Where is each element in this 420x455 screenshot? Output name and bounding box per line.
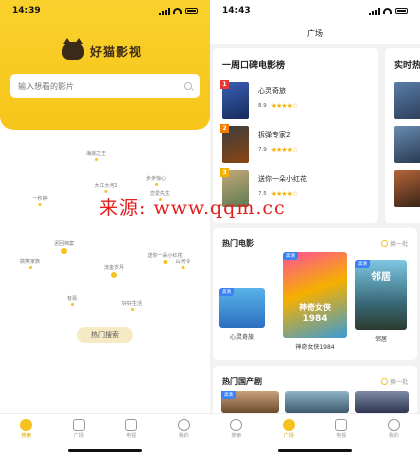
page-title: 广场 [210,22,420,44]
poster [394,170,420,207]
cloud-tag[interactable]: 搞笑家族 [20,258,40,269]
hot-search-button[interactable]: 热门搜索 [77,327,133,343]
cloud-tag[interactable]: 一秒钟 [32,195,48,206]
tv-poster[interactable] [285,391,349,413]
movie-card[interactable]: 高清 心灵奇旅 [219,288,265,341]
tv-poster[interactable]: 高清 [221,391,279,413]
section-title: 热门国产剧 [222,377,262,386]
realtime-rank-card[interactable]: 实时热 [385,48,420,223]
signal-icon [159,7,170,15]
movie-poster: 高清 [219,288,265,328]
rank-item[interactable]: 2 拆弹专家2 7.9 ★★★★☆ [220,124,372,164]
cloud-tag[interactable]: 好好生活 [122,300,142,311]
cloud-tag[interactable]: 流金岁月 [104,264,124,278]
cloud-tag[interactable]: 有翡 [67,295,77,306]
wifi-icon [383,8,392,14]
status-bar: 14:39 [0,0,210,22]
home-indicator [278,449,352,452]
movie-card[interactable]: 高清 神奇女侠 1984 神奇女侠1984 [283,252,347,351]
refresh-icon [380,240,388,247]
rank-title: 一周口碑电影榜 [222,61,286,71]
movie-card[interactable]: 高清 邻居 邻居 [355,260,407,343]
star-rating-icon: ★★★★☆ [270,102,298,110]
tv-icon [335,419,348,431]
refresh-button[interactable]: 换一批 [380,377,408,386]
cloud-tag[interactable]: 步步惊心 [146,175,166,186]
signal-icon [369,7,380,15]
app-name: 好猫影视 [90,44,143,59]
status-time: 14:43 [222,6,251,16]
refresh-button[interactable]: 换一批 [380,239,408,248]
tv-icon [125,419,138,431]
battery-icon [185,8,198,14]
tab-mine[interactable]: 我的 [169,419,199,455]
search-bar[interactable] [10,74,200,98]
poster [394,82,420,119]
battery-icon [395,8,408,14]
poster [394,126,420,163]
app-logo: 好猫影视 [62,38,143,60]
cloud-tag[interactable]: 泥回档案 [54,240,74,254]
cloud-tag[interactable]: 大江大河2 [94,182,118,193]
rank-item[interactable]: 1 心灵奇旅 8.9 ★★★★☆ [220,80,372,120]
section-title: 热门电影 [222,239,254,248]
tab-search[interactable]: 搜索 [11,419,41,455]
refresh-icon [380,378,388,385]
cat-logo-icon [62,38,84,60]
home-indicator [68,449,142,452]
search-icon[interactable] [184,82,192,90]
watermark-text: 来源: www.qqm.cc [99,197,286,219]
search-screen: 14:39 好猫影视 海浪之王 大江大河2 一秒钟 步步惊心 恋爱先生 泥回档案… [0,0,210,455]
tv-poster[interactable] [355,391,409,413]
tab-mine[interactable]: 我的 [379,419,409,455]
star-rating-icon: ★★★★☆ [270,146,298,154]
rank-title: 实时热 [394,61,420,71]
movie-poster: 高清 邻居 [355,260,407,330]
hot-movies-section: 热门电影 换一批 高清 心灵奇旅 高清 神奇女侠 1984 神奇女侠1984 高… [213,228,417,360]
user-icon [177,419,190,431]
square-screen: 14:43 广场 一周口碑电影榜 1 心灵奇旅 8.9 ★★★★☆ 2 拆弹专家2… [210,0,420,455]
user-icon [387,419,400,431]
wifi-icon [173,8,182,14]
cat-icon [72,419,85,431]
tab-search[interactable]: 搜索 [221,419,251,455]
cat-icon [282,419,295,431]
search-icon [230,419,243,431]
tag-cloud: 海浪之王 大江大河2 一秒钟 步步惊心 恋爱先生 泥回档案 搞笑家族 流金岁月 … [0,140,210,350]
cloud-tag[interactable]: 海浪之王 [86,150,106,161]
status-bar: 14:43 [210,0,420,22]
status-time: 14:39 [12,6,41,16]
movie-poster: 高清 神奇女侠 1984 [283,252,347,338]
cloud-tag[interactable]: 山河令 [175,258,191,269]
search-icon [20,419,33,431]
search-input[interactable] [18,81,168,91]
